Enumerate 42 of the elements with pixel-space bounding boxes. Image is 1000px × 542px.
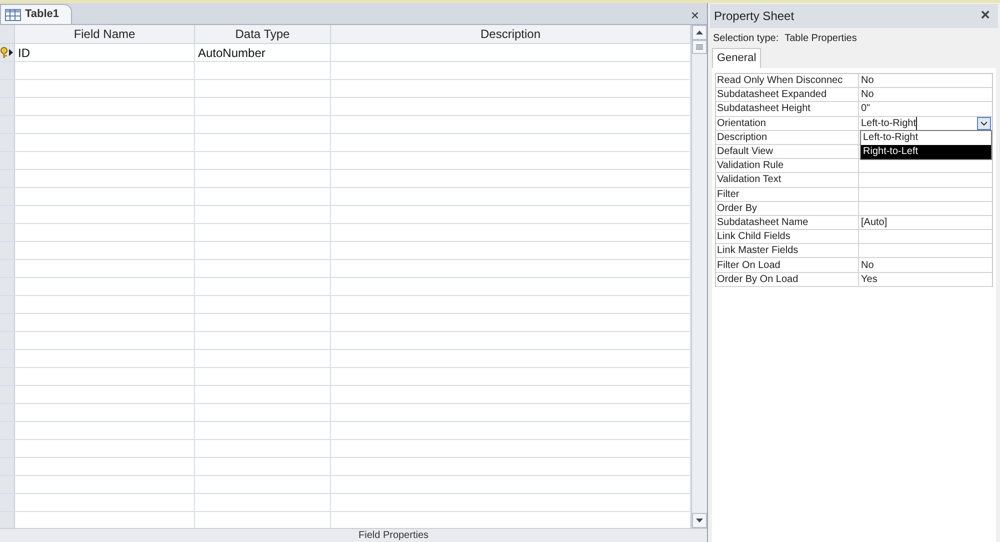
panel-title: Property Sheet bbox=[714, 8, 794, 25]
property-value: No bbox=[860, 258, 874, 272]
property-name: Link Child Fields bbox=[716, 230, 790, 244]
property-name: Orientation bbox=[716, 116, 766, 130]
chevron-icon bbox=[980, 120, 988, 126]
table-icon bbox=[5, 8, 21, 20]
property-value: Yes bbox=[860, 272, 878, 286]
property-name: Description bbox=[716, 130, 768, 144]
property-name: Subdatasheet Name bbox=[716, 216, 808, 229]
scroll-thumb[interactable] bbox=[692, 40, 707, 54]
property-value: No bbox=[860, 88, 874, 102]
selection-value: Table Properties bbox=[784, 32, 857, 46]
table-cell-text: AutoNumber bbox=[198, 44, 266, 62]
row-selector[interactable] bbox=[0, 44, 15, 61]
property-name: Validation Rule bbox=[716, 159, 784, 172]
tab-title: Table1 bbox=[25, 7, 60, 22]
close-button[interactable]: × bbox=[980, 4, 994, 28]
property-name: Filter bbox=[716, 188, 740, 201]
property-name: Subdatasheet Expanded bbox=[716, 88, 827, 102]
property-name: Subdatasheet Height bbox=[716, 102, 810, 116]
selection-label: Selection type: bbox=[713, 32, 779, 46]
property-name: Order By bbox=[716, 202, 758, 215]
property-name: Filter On Load bbox=[716, 258, 780, 272]
property-name: Validation Text bbox=[716, 173, 782, 186]
property-name: Order By On Load bbox=[716, 272, 798, 286]
scroll-down-icon[interactable] bbox=[692, 513, 707, 528]
dropdown-option[interactable]: Right-to-Left bbox=[861, 145, 991, 159]
document-tab[interactable]: Table1 bbox=[0, 4, 72, 24]
property-value: [Auto] bbox=[860, 216, 888, 229]
property-name: Default View bbox=[716, 145, 773, 158]
table-cell-text: ID bbox=[18, 44, 30, 62]
property-value: 0" bbox=[860, 102, 870, 116]
property-name: Read Only When Disconnec bbox=[716, 74, 843, 88]
dropdown-button[interactable] bbox=[977, 116, 991, 130]
property-name: Link Master Fields bbox=[716, 244, 798, 258]
column-header: Field Name bbox=[15, 25, 195, 43]
section-label: Field Properties bbox=[357, 529, 429, 542]
property-value: No bbox=[860, 74, 874, 88]
scroll-up-icon[interactable] bbox=[692, 25, 707, 40]
tab[interactable]: General bbox=[712, 48, 762, 68]
column-header: Data Type bbox=[195, 25, 331, 43]
close-button[interactable]: × bbox=[690, 6, 699, 24]
